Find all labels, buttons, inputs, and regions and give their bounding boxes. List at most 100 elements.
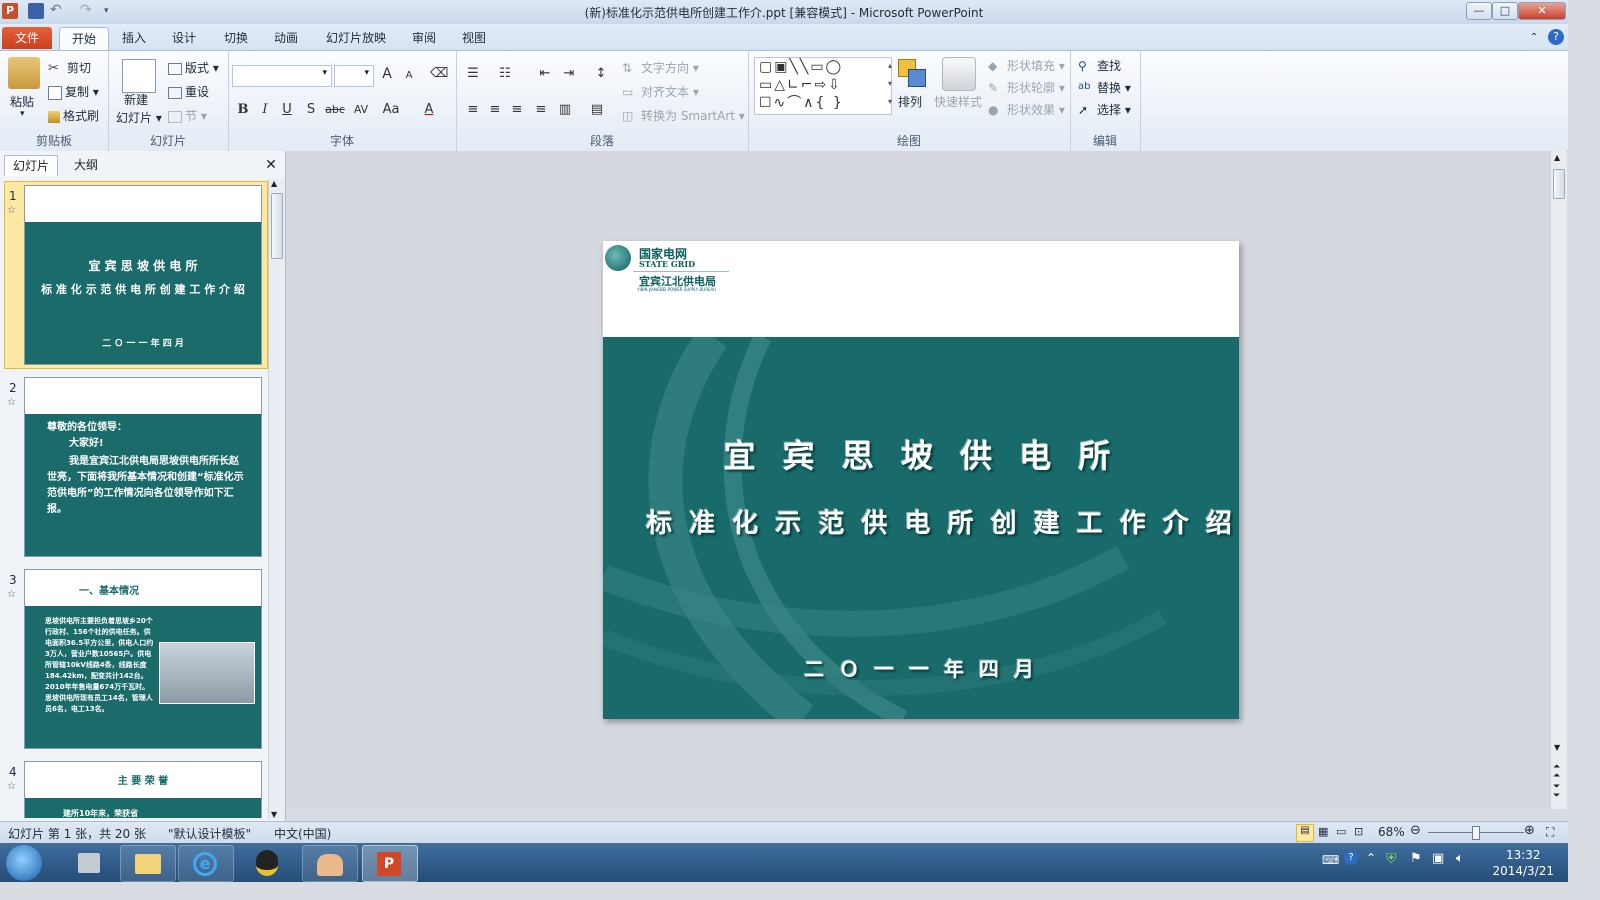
shape-fill-button[interactable]: ◆ 形状填充 ▾ xyxy=(988,57,1065,75)
quick-styles-button[interactable]: 快速样式 xyxy=(934,93,982,110)
slide-scrollbar[interactable]: ▲ ▼ ⏶ ⏶ ⏷ ⏷ xyxy=(1550,151,1567,809)
increase-indent-icon[interactable]: ⇥ xyxy=(560,65,578,83)
find-button[interactable]: ⚲ 查找 xyxy=(1078,57,1121,75)
zoom-slider-handle[interactable] xyxy=(1472,826,1480,840)
reading-view-icon[interactable]: ▭ xyxy=(1336,825,1346,838)
smartart-button[interactable]: ◫ 转换为 SmartArt ▾ xyxy=(622,107,745,125)
clear-format-icon[interactable]: ⌫ xyxy=(430,65,448,83)
font-name-combo[interactable]: ▾ xyxy=(232,65,332,87)
tab-file[interactable]: 文件 xyxy=(2,27,52,49)
shrink-font-button[interactable]: A xyxy=(400,67,418,85)
zoom-in-icon[interactable]: ⊕ xyxy=(1524,823,1535,838)
bold-button[interactable]: B xyxy=(234,101,252,119)
thumbnail-slide-2[interactable]: 尊敬的各位领导： 大家好! 我是宜宾江北供电局思坡供电所所长赵世亮，下面将我所基… xyxy=(24,377,262,557)
section-button[interactable]: 节 ▾ xyxy=(168,107,207,124)
new-slide-label-1[interactable]: 新建 xyxy=(124,91,148,108)
new-slide-button[interactable]: 幻灯片 ▾ xyxy=(116,109,162,126)
next-slide-icon[interactable]: ⏷ ⏷ xyxy=(1553,783,1560,801)
maximize-button[interactable]: □ xyxy=(1492,2,1518,20)
shape-outline-button[interactable]: ✎ 形状轮廓 ▾ xyxy=(988,79,1065,97)
columns-icon[interactable]: ▤ xyxy=(588,101,606,119)
theme-name[interactable]: "默认设计模板" xyxy=(168,825,251,842)
minimize-button[interactable]: — xyxy=(1466,2,1492,20)
scroll-down-icon[interactable]: ▼ xyxy=(271,810,277,819)
justify-icon[interactable]: ≡ xyxy=(532,101,550,119)
new-slide-icon[interactable] xyxy=(122,59,156,93)
taskbar-explorer-icon[interactable] xyxy=(120,845,176,882)
tab-slideshow[interactable]: 幻灯片放映 xyxy=(318,27,394,49)
previous-slide-icon[interactable]: ⏶ ⏶ xyxy=(1553,763,1560,781)
align-center-icon[interactable]: ≡ xyxy=(486,101,504,119)
tray-help-icon[interactable]: ? xyxy=(1344,851,1358,865)
scroll-up-icon[interactable]: ▲ xyxy=(271,179,277,188)
tray-keyboard-icon[interactable]: ⌨ xyxy=(1322,853,1339,867)
underline-button[interactable]: U xyxy=(278,101,296,119)
strikethrough-button[interactable]: abc xyxy=(324,101,346,119)
text-direction-button[interactable]: ⇅ 文字方向 ▾ xyxy=(622,59,699,77)
shadow-button[interactable]: S xyxy=(302,101,320,119)
tab-design[interactable]: 设计 xyxy=(166,27,202,49)
decrease-indent-icon[interactable]: ⇤ xyxy=(536,65,554,83)
tab-animations[interactable]: 动画 xyxy=(268,27,304,49)
tab-insert[interactable]: 插入 xyxy=(116,27,152,49)
font-color-button[interactable]: A xyxy=(420,101,438,119)
current-slide[interactable]: 国家电网 STATE GRID 宜宾江北供电局 YIBIN JIANGBEI P… xyxy=(603,241,1239,719)
thumbnail-slide-1[interactable]: 宜 宾 思 坡 供 电 所 标 准 化 示 范 供 电 所 创 建 工 作 介 … xyxy=(24,185,262,365)
slide-title-line2[interactable]: 标 准 化 示 范 供 电 所 创 建 工 作 介 绍 xyxy=(603,503,1239,540)
scroll-up-icon[interactable]: ▲ xyxy=(1554,153,1560,162)
tab-outline-pane[interactable]: 大纲 xyxy=(60,155,112,175)
align-text-button[interactable]: ▭ 对齐文本 ▾ xyxy=(622,83,699,101)
paste-button[interactable]: 粘贴 xyxy=(10,93,34,110)
taskbar-ie-icon[interactable]: e xyxy=(178,845,234,882)
shapes-gallery[interactable]: ▢▣╲╲▭◯ ▭△∟⌐⇨⇩ ☐∿⌒∧{ } xyxy=(754,57,892,115)
font-size-combo[interactable]: ▾ xyxy=(334,65,374,87)
format-painter-button[interactable]: 格式刷 xyxy=(48,107,99,124)
tray-flag-icon[interactable]: ⚑ xyxy=(1410,851,1422,866)
paste-dropdown-icon[interactable]: ▾ xyxy=(20,109,25,119)
slide-date[interactable]: 二 Ｏ 一 一 年 四 月 xyxy=(603,653,1239,682)
slideshow-view-icon[interactable]: ⊡ xyxy=(1354,825,1363,838)
normal-view-icon[interactable]: ▤ xyxy=(1296,824,1314,842)
paste-icon[interactable] xyxy=(8,57,40,89)
tab-transitions[interactable]: 切换 xyxy=(218,27,254,49)
tray-volume-icon[interactable]: 🔈︎ xyxy=(1456,851,1464,866)
change-case-button[interactable]: Aa xyxy=(378,101,404,119)
help-icon[interactable]: ? xyxy=(1548,29,1564,45)
tray-network-icon[interactable]: ▣ xyxy=(1432,851,1444,866)
layout-button[interactable]: 版式 ▾ xyxy=(168,59,219,76)
taskbar-contacts-icon[interactable] xyxy=(302,845,358,882)
slide-sorter-icon[interactable]: ▦ xyxy=(1318,825,1328,838)
taskbar-powerpoint-icon[interactable]: P xyxy=(362,845,418,882)
thumbnail-slide-4[interactable]: 主 要 荣 誉 建所10年来，荣获省 xyxy=(24,761,262,818)
tab-view[interactable]: 视图 xyxy=(456,27,492,49)
select-button[interactable]: ➚ 选择 ▾ xyxy=(1078,101,1131,119)
reset-button[interactable]: 重设 xyxy=(168,83,209,100)
grow-font-button[interactable]: A xyxy=(378,65,396,83)
replace-button[interactable]: ab 替换 ▾ xyxy=(1078,79,1131,97)
taskbar-app-printer-icon[interactable] xyxy=(62,845,116,880)
tray-arrow-icon[interactable]: ⌃ xyxy=(1366,851,1376,865)
zoom-out-icon[interactable]: ⊖ xyxy=(1410,823,1421,838)
close-pane-icon[interactable]: ✕ xyxy=(262,155,280,175)
quick-styles-icon[interactable] xyxy=(942,57,976,91)
slide-title-line1[interactable]: 宜 宾 思 坡 供 电 所 xyxy=(603,431,1239,477)
fit-to-window-icon[interactable]: ⛶ xyxy=(1546,825,1554,840)
tab-review[interactable]: 审阅 xyxy=(406,27,442,49)
thumbnail-slide-3[interactable]: 一、基本情况 思坡供电所主要担负着思坡乡20个行政村、156个社的供电任务。供电… xyxy=(24,569,262,749)
cut-button[interactable]: ✂ 剪切 xyxy=(48,59,91,77)
shape-effects-button[interactable]: ● 形状效果 ▾ xyxy=(988,101,1065,119)
char-spacing-button[interactable]: AV xyxy=(350,101,372,119)
tab-slides-pane[interactable]: 幻灯片 xyxy=(4,155,58,176)
align-right-icon[interactable]: ≡ xyxy=(508,101,526,119)
zoom-level[interactable]: 68% xyxy=(1378,825,1405,839)
scroll-down-icon[interactable]: ▼ xyxy=(1554,743,1560,752)
italic-button[interactable]: I xyxy=(256,101,274,119)
slide-scroll-thumb[interactable] xyxy=(1553,169,1565,199)
numbering-icon[interactable]: ☷ xyxy=(496,65,514,83)
distribute-icon[interactable]: ▥ xyxy=(556,101,574,119)
align-left-icon[interactable]: ≡ xyxy=(464,101,482,119)
line-spacing-icon[interactable]: ↕ xyxy=(592,65,610,83)
thumbnail-scrollbar[interactable]: ▲ ▼ xyxy=(268,179,285,819)
arrange-icon[interactable] xyxy=(896,57,928,89)
thumbnail-scroll-thumb[interactable] xyxy=(271,193,283,259)
